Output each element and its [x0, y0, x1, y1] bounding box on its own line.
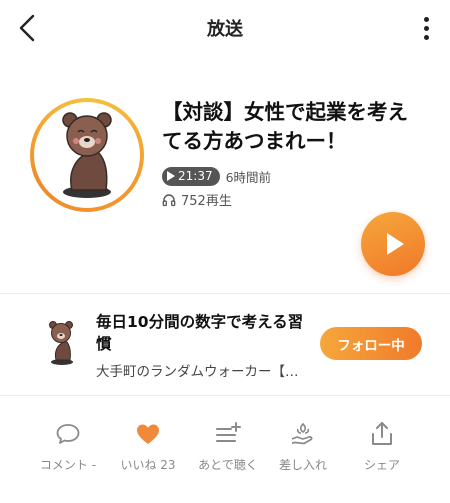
play-count: 752再生	[162, 190, 232, 209]
more-vertical-icon	[423, 16, 429, 22]
bear-illustration	[62, 112, 112, 198]
more-options-button[interactable]	[416, 14, 436, 42]
share-button[interactable]: シェア	[342, 420, 422, 473]
episode-cover[interactable]	[30, 98, 144, 212]
gift-hand-icon	[291, 422, 313, 445]
like-button[interactable]: いいね 23	[108, 420, 188, 473]
duration-text: 21:37	[178, 169, 213, 183]
play-icon	[387, 233, 404, 255]
divider	[0, 395, 450, 396]
episode-meta: 21:37 6時間前	[162, 166, 271, 186]
listen-later-button[interactable]: あとで聴く	[188, 420, 268, 473]
channel-thumbnail[interactable]	[40, 318, 84, 366]
share-label: シェア	[363, 458, 400, 472]
play-button[interactable]	[361, 212, 425, 276]
play-small-icon	[167, 171, 175, 181]
follow-button[interactable]: フォロー中	[320, 327, 422, 360]
share-icon	[372, 422, 392, 445]
like-label: いいね 23	[120, 458, 176, 472]
bear-thumbnail-illustration	[49, 321, 73, 365]
play-count-text: 752再生	[181, 194, 232, 209]
channel-author[interactable]: 大手町のランダムウォーカー【…	[96, 360, 306, 380]
heart-icon	[137, 424, 159, 444]
episode-title: 【対談】女性で起業を考えてる方あつまれー！	[162, 100, 408, 153]
comment-icon	[56, 424, 80, 444]
more-dot	[423, 34, 429, 40]
comment-label: コメント -	[39, 458, 97, 472]
headphones-icon	[162, 193, 176, 206]
posted-time: 6時間前	[225, 169, 272, 185]
comment-button[interactable]: コメント -	[28, 420, 108, 473]
gift-button[interactable]: 差し入れ	[263, 420, 343, 473]
more-dot	[423, 25, 429, 31]
header-bar: 放送	[0, 0, 450, 56]
divider	[0, 293, 450, 294]
cover-image	[34, 102, 140, 208]
action-bar: コメント - いいね 23 あとで聴く 差し入れ シェア	[0, 410, 450, 480]
listen-later-icon	[216, 422, 241, 442]
page-title: 放送	[207, 19, 243, 40]
listen-later-label: あとで聴く	[198, 458, 258, 472]
duration-badge: 21:37	[162, 166, 220, 186]
channel-name[interactable]: 毎日10分間の数字で考える習慣	[96, 311, 306, 355]
gift-label: 差し入れ	[278, 458, 327, 472]
